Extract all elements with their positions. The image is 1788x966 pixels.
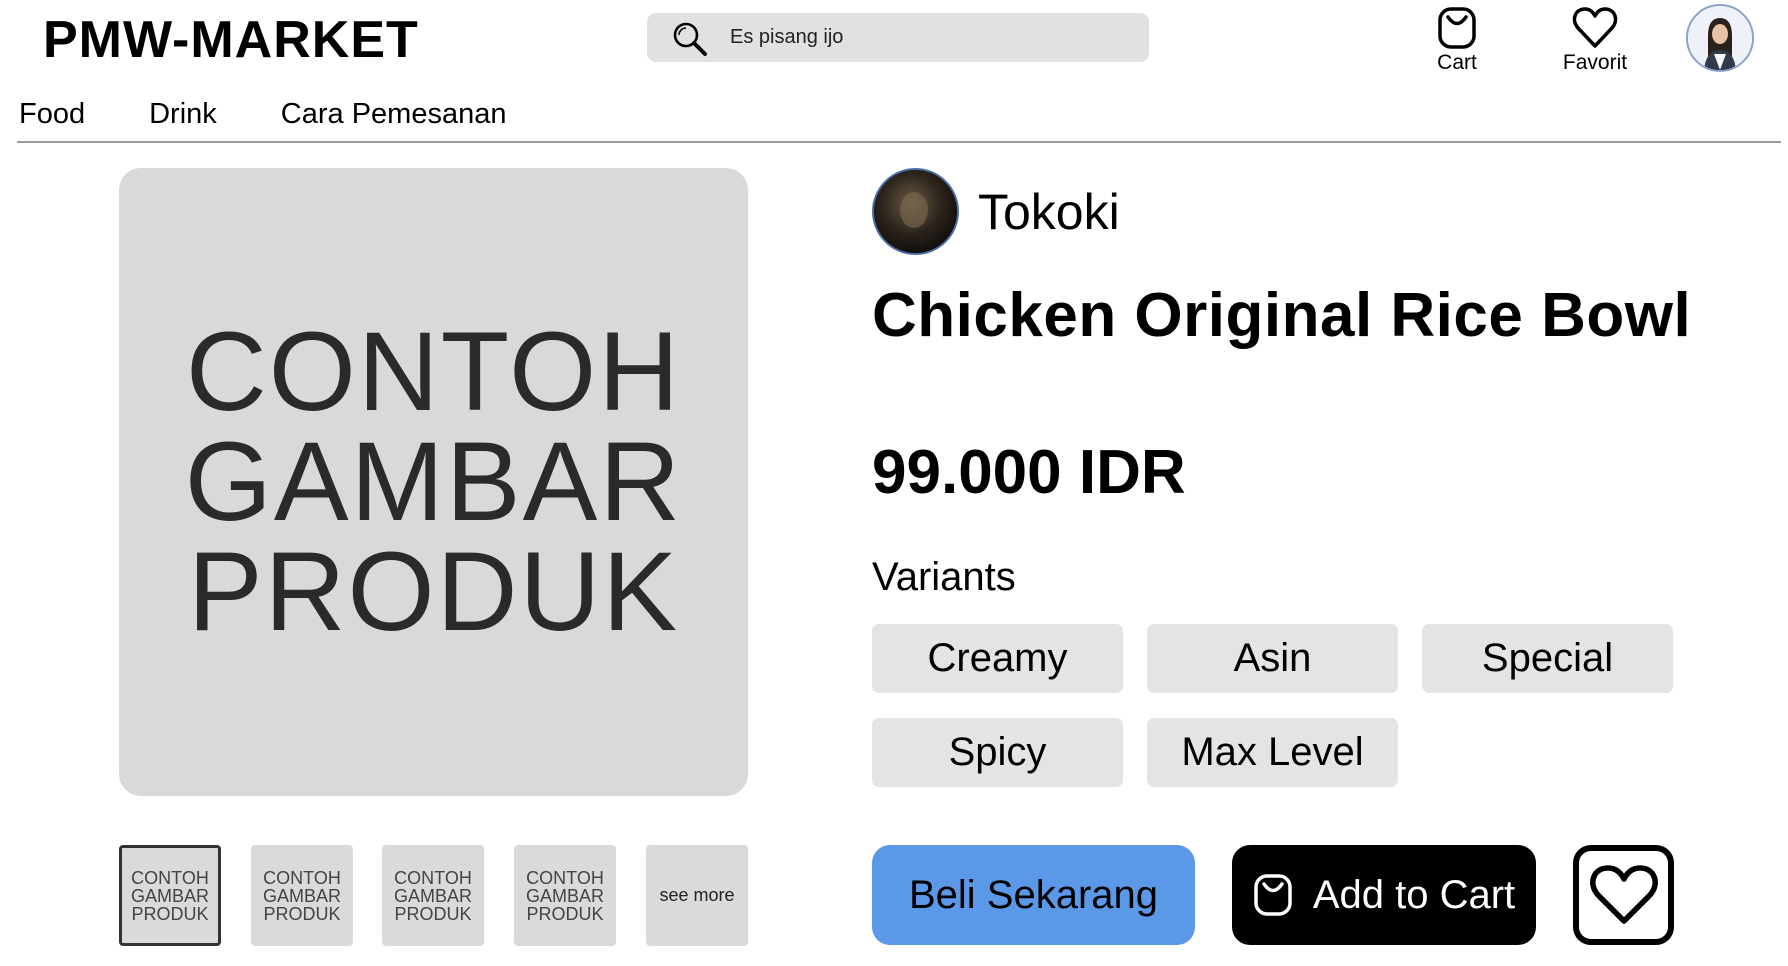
variant-chip-special[interactable]: Special [1422, 624, 1673, 693]
shopping-bag-icon [1254, 874, 1292, 916]
product-title: Chicken Original Rice Bowl [872, 281, 1692, 350]
nav-item-cara-pemesanan[interactable]: Cara Pemesanan [281, 98, 507, 131]
nav-item-drink[interactable]: Drink [149, 98, 217, 131]
shopping-bag-icon [1438, 7, 1476, 49]
buy-now-button[interactable]: Beli Sekarang [872, 845, 1195, 945]
search-input[interactable]: Es pisang ijo [730, 26, 843, 49]
thumbnail-text: CONTOH GAMBAR PRODUK [130, 867, 209, 924]
favorite-label: Favorit [1562, 51, 1628, 74]
see-more-label: see more [659, 885, 735, 905]
site-logo[interactable]: PMW-MARKET [43, 10, 419, 70]
favorite-button[interactable]: Favorit [1550, 6, 1640, 75]
product-main-image[interactable]: CONTOH GAMBAR PRODUK [119, 168, 748, 796]
product-thumbnail-2[interactable]: CONTOH GAMBAR PRODUK [251, 845, 353, 946]
product-thumbnail-4[interactable]: CONTOH GAMBAR PRODUK [514, 845, 616, 946]
variant-chip-creamy[interactable]: Creamy [872, 624, 1123, 693]
user-avatar[interactable] [1686, 4, 1754, 72]
cart-button[interactable]: Cart [1412, 6, 1502, 75]
store-name[interactable]: Tokoki [978, 183, 1120, 241]
see-more-button[interactable]: see more [646, 845, 748, 946]
buy-now-label: Beli Sekarang [908, 872, 1159, 917]
search-icon[interactable] [671, 20, 709, 58]
product-price: 99.000 IDR [872, 438, 1186, 507]
add-to-cart-button[interactable]: Add to Cart [1232, 845, 1536, 945]
thumbnail-text: CONTOH GAMBAR PRODUK [262, 867, 341, 924]
variants-label: Variants [872, 555, 1016, 599]
variant-chip-spicy[interactable]: Spicy [872, 718, 1123, 787]
thumbnail-text: CONTOH GAMBAR PRODUK [393, 867, 472, 924]
variant-chip-asin[interactable]: Asin [1147, 624, 1398, 693]
heart-icon [1572, 7, 1618, 48]
nav-item-food[interactable]: Food [19, 98, 85, 131]
wishlist-button[interactable] [1573, 845, 1674, 945]
search-bar[interactable]: Es pisang ijo [647, 13, 1149, 62]
add-to-cart-label: Add to Cart [1312, 872, 1516, 917]
category-nav: Food Drink Cara Pemesanan [19, 98, 570, 131]
thumbnail-text: CONTOH GAMBAR PRODUK [525, 867, 604, 924]
main-image-placeholder-text: CONTOH GAMBAR PRODUK [184, 309, 683, 654]
heart-icon [1589, 865, 1658, 924]
cart-label: Cart [1437, 51, 1477, 74]
header-divider [17, 141, 1781, 143]
store-avatar[interactable] [872, 168, 959, 255]
product-thumbnail-1[interactable]: CONTOH GAMBAR PRODUK [119, 845, 221, 946]
variant-chip-max-level[interactable]: Max Level [1147, 718, 1398, 787]
product-thumbnail-3[interactable]: CONTOH GAMBAR PRODUK [382, 845, 484, 946]
